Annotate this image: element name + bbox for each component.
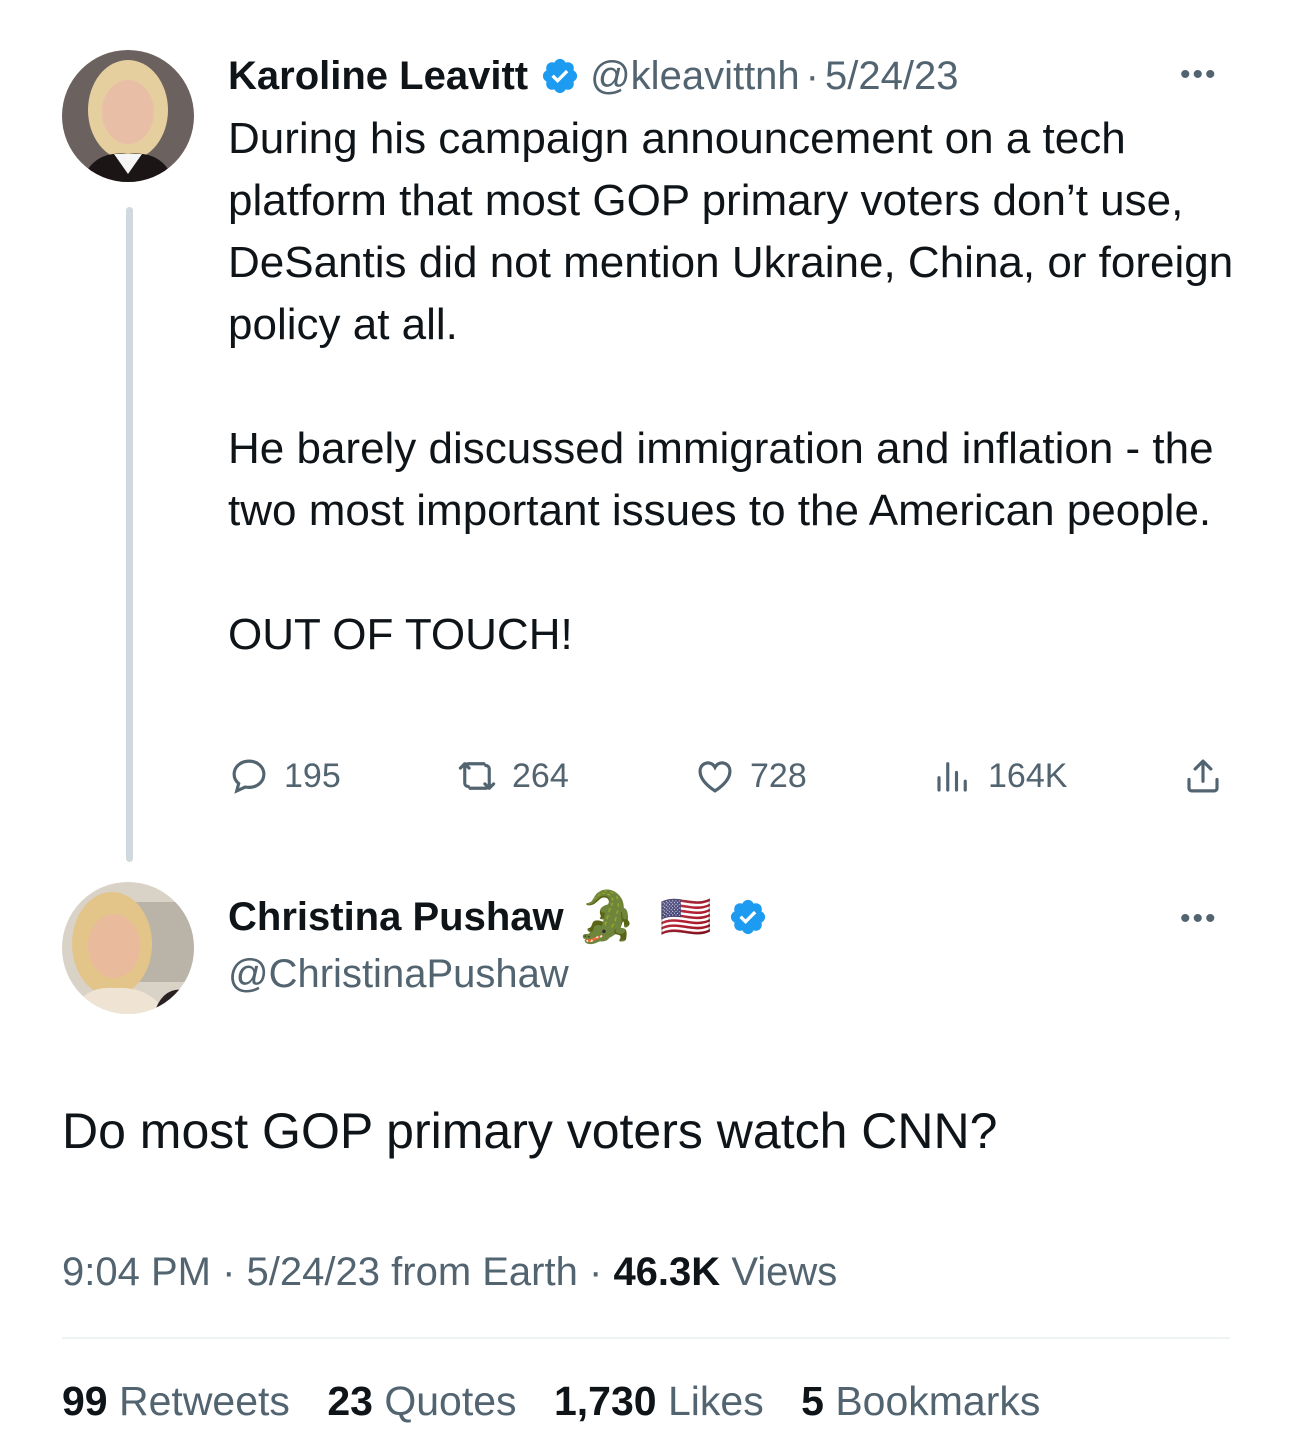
retweets-label: Retweets: [119, 1378, 290, 1424]
quoted-tweet-header: Karoline Leavitt @kleavittnh · 5/24/23: [228, 48, 958, 104]
like-icon: [698, 761, 732, 793]
quoted-tweet-text: During his campaign announcement on a te…: [228, 114, 1234, 659]
author-name[interactable]: Christina Pushaw: [228, 895, 564, 940]
bookmarks-count: 5: [801, 1378, 824, 1424]
likes-count: 1,730: [553, 1378, 657, 1424]
quotes-count: 23: [327, 1378, 373, 1424]
like-count: 728: [750, 756, 807, 795]
likes-label: Likes: [667, 1378, 764, 1424]
views-count: 46.3K: [613, 1250, 721, 1294]
main-tweet-text: Do most GOP primary voters watch CNN?: [62, 1103, 998, 1159]
share-button[interactable]: [1182, 748, 1238, 804]
author-handle[interactable]: @kleavittnh: [590, 54, 800, 99]
reply-count: 195: [284, 756, 341, 795]
author-handle[interactable]: @ChristinaPushaw: [228, 952, 569, 997]
main-tweet-header: Christina Pushaw 🐊 🇺🇸: [228, 886, 768, 948]
verified-badge-icon: [731, 899, 766, 935]
reply-button[interactable]: 195: [228, 748, 341, 804]
avatar-image: [62, 50, 194, 182]
tweet-date[interactable]: 5/24/23: [825, 54, 958, 99]
views-icon: [937, 762, 967, 792]
reply-icon: [232, 759, 266, 794]
retweets-count: 99: [62, 1378, 108, 1424]
retweet-count: 264: [512, 756, 569, 795]
author-name[interactable]: Karoline Leavitt: [228, 54, 528, 99]
separator-dot: ·: [588, 1250, 603, 1294]
quotes-label: Quotes: [384, 1378, 517, 1424]
views-button[interactable]: 164K: [932, 748, 1067, 804]
us-flag-emoji: 🇺🇸: [659, 892, 713, 940]
quotes-stat[interactable]: 23 Quotes: [327, 1378, 516, 1424]
avatar-image: [62, 882, 194, 1014]
like-button[interactable]: 728: [694, 748, 807, 804]
likes-stat[interactable]: 1,730 Likes: [554, 1378, 764, 1424]
engagement-counts: 99 Retweets 23 Quotes 1,730 Likes 5 Book…: [62, 1378, 1066, 1425]
avatar-karoline-leavitt[interactable]: [62, 50, 194, 182]
tweet-action-bar: 195 264 728 164K: [228, 748, 1230, 804]
separator-dot: ·: [222, 1250, 236, 1294]
separator-dot: ·: [805, 53, 819, 98]
retweet-icon: [458, 762, 496, 790]
more-icon[interactable]: •••: [1180, 902, 1218, 936]
retweet-button[interactable]: 264: [456, 748, 569, 804]
tweet-meta-line: 9:04 PM · 5/24/23 from Earth · 46.3K Vie…: [62, 1250, 837, 1295]
verified-badge-icon: [542, 58, 578, 94]
retweets-stat[interactable]: 99 Retweets: [62, 1378, 290, 1424]
views-label: Views: [731, 1250, 838, 1294]
views-count: 164K: [988, 756, 1068, 795]
bookmarks-label: Bookmarks: [835, 1378, 1041, 1424]
more-icon[interactable]: •••: [1180, 58, 1218, 92]
thread-connector-line: [126, 207, 133, 862]
tweet-date[interactable]: 5/24/23: [247, 1250, 380, 1294]
share-icon: [1187, 759, 1219, 793]
bookmarks-stat[interactable]: 5 Bookmarks: [801, 1378, 1040, 1424]
tweet-source: from Earth: [391, 1250, 578, 1294]
divider: [62, 1337, 1230, 1339]
alligator-emoji: 🐊: [575, 888, 638, 945]
avatar-christina-pushaw[interactable]: [62, 882, 194, 1014]
tweet-time[interactable]: 9:04 PM: [62, 1250, 211, 1294]
